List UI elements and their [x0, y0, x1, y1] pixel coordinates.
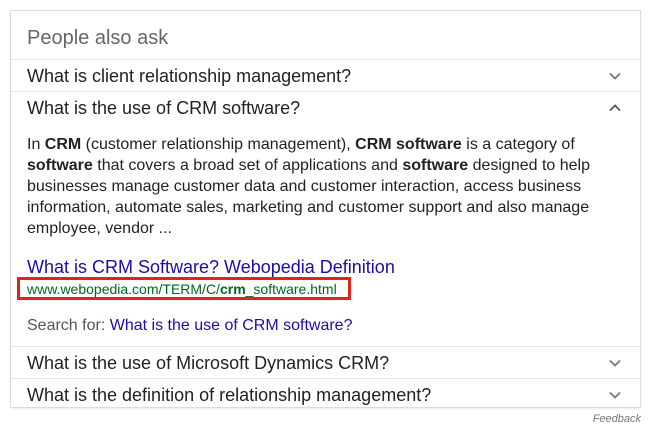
answer-segment: is a category of — [461, 136, 575, 153]
chevron-down-icon[interactable] — [607, 355, 623, 371]
answer-segment-bold: CRM software — [355, 136, 462, 153]
answer-segment-bold: software — [402, 157, 469, 174]
answer-segment-bold: software — [27, 157, 93, 174]
source-title-link[interactable]: What is CRM Software? Webopedia Definiti… — [27, 257, 395, 278]
people-also-ask-panel: People also ask What is client relations… — [10, 10, 641, 408]
divider — [11, 91, 640, 92]
question-definition-relationship-management[interactable]: What is the definition of relationship m… — [27, 385, 431, 406]
answer-segment: (customer relationship management), — [81, 136, 356, 153]
question-use-of-crm-software[interactable]: What is the use of CRM software? — [27, 98, 300, 119]
search-for-row: Search for: What is the use of CRM softw… — [27, 317, 352, 335]
answer-segment: In — [27, 136, 45, 153]
answer-segment-bold: CRM — [44, 136, 82, 153]
chevron-up-icon[interactable] — [607, 100, 623, 116]
panel-heading: People also ask — [27, 27, 169, 49]
question-microsoft-dynamics-crm[interactable]: What is the use of Microsoft Dynamics CR… — [27, 353, 389, 374]
divider — [11, 346, 640, 347]
chevron-down-icon[interactable] — [607, 387, 623, 403]
divider — [11, 59, 640, 60]
search-for-link[interactable]: What is the use of CRM software? — [110, 317, 353, 334]
chevron-down-icon[interactable] — [607, 68, 623, 84]
feedback-link[interactable]: Feedback — [593, 413, 641, 425]
answer-segment: that covers a broad set of applications … — [92, 157, 403, 174]
search-for-label: Search for: — [27, 317, 106, 334]
answer-text: In CRM (customer relationship management… — [27, 134, 607, 239]
divider — [11, 378, 640, 379]
url-highlight-box — [17, 277, 351, 300]
question-client-relationship-management[interactable]: What is client relationship management? — [27, 66, 351, 87]
